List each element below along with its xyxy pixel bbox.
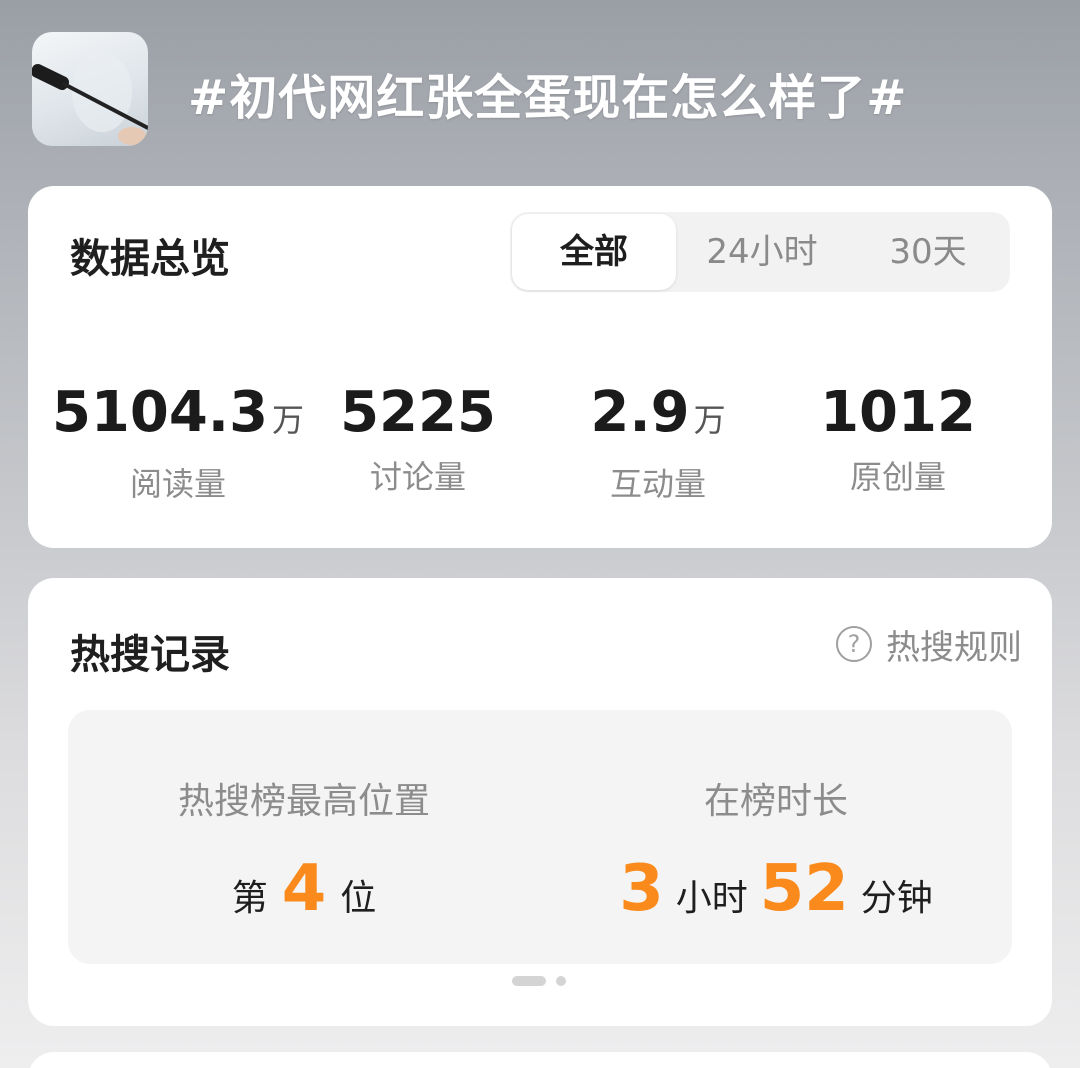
peak-position: 热搜榜最高位置 第 4 位: [68, 710, 540, 964]
microphone-icon: [32, 52, 148, 145]
hot-search-rules-link[interactable]: ? 热搜规则: [836, 624, 1022, 668]
minutes-unit: 分钟: [860, 878, 933, 919]
tab-24h[interactable]: 24小时: [682, 212, 842, 292]
minutes-number: 52: [759, 852, 849, 926]
stat-label: 阅读量: [129, 465, 226, 503]
stat-original-count: 1012 原创量: [768, 382, 1028, 498]
stat-discussion-count: 5225 讨论量: [288, 382, 548, 498]
page-dot-active: [512, 976, 546, 986]
topic-avatar[interactable]: [32, 32, 148, 146]
tab-30d[interactable]: 30天: [846, 212, 1010, 292]
tab-all[interactable]: 全部: [512, 214, 676, 290]
stat-label: 讨论量: [369, 458, 466, 496]
hot-search-panel[interactable]: 热搜榜最高位置 第 4 位 在榜时长 3 小时 52 分钟: [68, 710, 1012, 964]
stat-value: 5225: [340, 380, 496, 445]
rank-suffix: 位: [340, 878, 377, 919]
hours-unit: 小时: [675, 878, 748, 919]
stat-value: 2.9 万: [590, 380, 726, 445]
peak-position-value: 第 4 位: [68, 852, 540, 926]
topic-title: #初代网红张全蛋现在怎么样了#: [188, 70, 908, 126]
data-overview-card: 数据总览 全部 24小时 30天 5104.3 万 阅读量 5225 讨论量 2.…: [28, 186, 1052, 548]
stat-value: 1012: [820, 380, 976, 445]
page-dot: [556, 976, 566, 986]
peak-position-title: 热搜榜最高位置: [177, 781, 430, 822]
stat-value: 5104.3 万: [51, 380, 305, 445]
stat-unit: 万: [693, 401, 726, 439]
topic-header: #初代网红张全蛋现在怎么样了#: [0, 0, 1080, 170]
question-circle-icon: ?: [836, 626, 872, 662]
rank-number: 4: [281, 852, 327, 926]
overview-title: 数据总览: [70, 236, 230, 282]
hot-search-title: 热搜记录: [70, 632, 230, 678]
hot-search-record-card: 热搜记录 ? 热搜规则 热搜榜最高位置 第 4 位 在榜时长 3 小时 52 分…: [28, 578, 1052, 1026]
hours-number: 3: [619, 852, 664, 926]
stat-read-count: 5104.3 万 阅读量: [48, 382, 308, 505]
next-card: [28, 1052, 1052, 1068]
stat-label: 原创量: [849, 458, 946, 496]
rules-label: 热搜规则: [886, 627, 1022, 668]
rank-prefix: 第: [231, 878, 268, 919]
time-on-list-value: 3 小时 52 分钟: [540, 852, 1012, 926]
time-on-list-title: 在榜时长: [703, 781, 848, 822]
stat-label: 互动量: [609, 465, 706, 503]
time-range-switch: 全部 24小时 30天: [510, 212, 1010, 292]
stat-interaction-count: 2.9 万 互动量: [528, 382, 788, 505]
time-on-list: 在榜时长 3 小时 52 分钟: [540, 710, 1012, 964]
page-indicator: [512, 976, 566, 986]
